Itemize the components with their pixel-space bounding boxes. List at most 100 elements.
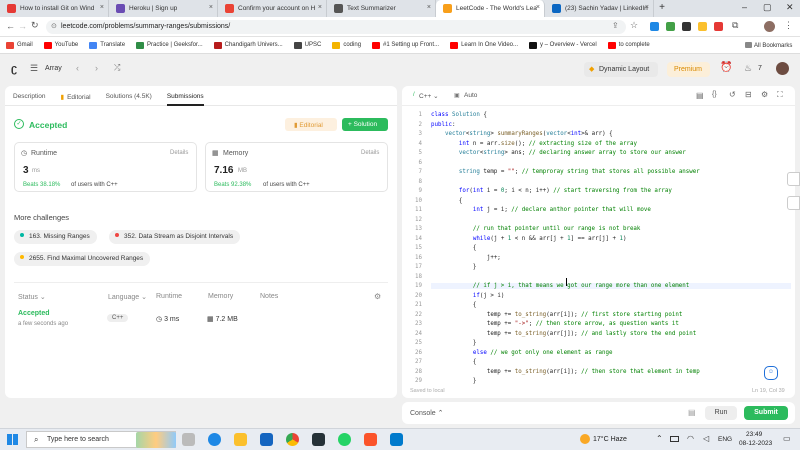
layout-split-icon[interactable]: ⊟	[745, 90, 752, 99]
code-line[interactable]: // if j > i, that means we got our range…	[431, 283, 791, 289]
code-line[interactable]: vector<string> summaryRanges(vector<int>…	[431, 131, 613, 137]
all-bookmarks[interactable]: All Bookmarks	[745, 42, 792, 49]
runtime-details-link[interactable]: Details	[170, 150, 188, 156]
tab-close-icon[interactable]: ×	[318, 4, 322, 11]
code-line[interactable]: {	[431, 198, 463, 204]
code-line[interactable]: }	[431, 264, 477, 270]
note-icon[interactable]: ▤	[696, 91, 704, 100]
bookmark-item[interactable]: to complete	[607, 41, 650, 49]
new-tab-icon[interactable]: +	[654, 0, 670, 17]
close-window-icon[interactable]: ✕	[786, 2, 794, 13]
windows-start-icon[interactable]	[7, 434, 18, 445]
code-line[interactable]: while(j + 1 < n && arr[j + 1] == arr[j] …	[431, 236, 627, 242]
bookmark-item[interactable]: y – Overview - Vercel	[529, 41, 597, 49]
code-line[interactable]: int j = i; // declare anthor pointer tha…	[431, 207, 651, 213]
table-row[interactable]: Accepted a few seconds ago C++ ◷ 3 ms ▦ …	[14, 306, 388, 332]
bookmark-item[interactable]: Chandigarh Univers...	[213, 41, 283, 49]
memory-details-link[interactable]: Details	[361, 150, 379, 156]
site-info-icon[interactable]: ⊙	[51, 22, 57, 30]
user-avatar[interactable]	[776, 62, 789, 75]
tab-solutions[interactable]: Solutions (4.5K)	[106, 86, 152, 106]
wifi-icon[interactable]: ◠	[687, 434, 694, 443]
premium-button[interactable]: Premium	[667, 62, 710, 77]
alarm-icon[interactable]: ⏰	[720, 62, 732, 73]
code-line[interactable]: temp += to_string(arr[j]); // and lastly…	[431, 331, 696, 337]
brave-icon[interactable]	[364, 433, 377, 446]
solution-button[interactable]: + Solution	[342, 118, 388, 131]
browser-tab[interactable]: Text Summarizer ×	[327, 0, 436, 17]
browser-tab[interactable]: Heroku | Sign up ×	[109, 0, 218, 17]
code-line[interactable]: public:	[431, 122, 455, 128]
language-select[interactable]: C++ ⌄	[419, 92, 439, 100]
tab-submissions[interactable]: Submissions	[166, 86, 204, 106]
extension-icon-5[interactable]	[714, 22, 723, 31]
clock-time[interactable]: 23:49	[746, 431, 762, 438]
code-line[interactable]: for(int i = 0; i < n; i++) // start trav…	[431, 188, 672, 194]
extensions-puzzle-icon[interactable]: ⧉	[732, 20, 738, 31]
submit-button[interactable]: Submit	[744, 406, 788, 420]
col-status[interactable]: Status ⌄	[18, 293, 46, 301]
back-icon[interactable]: ←	[6, 21, 15, 31]
bookmark-item[interactable]: UPSC	[293, 41, 321, 49]
terminal-icon[interactable]	[312, 433, 325, 446]
code-line[interactable]: temp += "->"; // then store arrow, as qu…	[431, 321, 679, 327]
tab-close-icon[interactable]: ×	[536, 4, 540, 11]
menu-kebab-icon[interactable]: ⋮	[784, 20, 793, 31]
code-line[interactable]: temp += to_string(arr[i]); // first stor…	[431, 312, 682, 318]
forward-icon[interactable]: →	[18, 21, 27, 31]
task-view-icon[interactable]	[182, 433, 195, 446]
code-area[interactable]: 1 class Solution {2 public: 3 vector<string…	[402, 109, 795, 384]
memory-card[interactable]: ▦ Memory Details 7.16 MB Beats 92.38% of…	[205, 142, 388, 192]
row-status[interactable]: Accepted	[18, 310, 50, 317]
whatsapp-icon[interactable]	[338, 433, 351, 446]
search-highlight-image[interactable]	[136, 432, 176, 448]
bookmark-item[interactable]: coding	[332, 41, 361, 49]
notification-icon[interactable]: ▭	[783, 434, 791, 443]
bookmark-item[interactable]: Learn In One Video...	[450, 41, 518, 49]
leetcode-logo-icon[interactable]: ʗ	[11, 63, 17, 75]
run-button[interactable]: Run	[705, 406, 737, 420]
bookmark-item[interactable]: Translate	[89, 41, 125, 49]
browser-tab[interactable]: LeetCode - The World's Lea ×	[436, 0, 545, 17]
code-line[interactable]: if(j > i)	[431, 293, 504, 299]
extension-icon-3[interactable]	[682, 22, 691, 31]
code-line[interactable]: j++;	[431, 255, 501, 261]
clock-date[interactable]: 08-12-2023	[739, 440, 772, 447]
chat-bubble-icon[interactable]: ☺	[764, 366, 778, 380]
code-line[interactable]: vector<string> ans; // declaring answer …	[431, 150, 686, 156]
edge-icon[interactable]	[208, 433, 221, 446]
code-line[interactable]: }	[431, 340, 477, 346]
challenge-chip-163[interactable]: 163. Missing Ranges	[14, 230, 97, 244]
browser-tab[interactable]: Confirm your account on H ×	[218, 0, 327, 17]
bookmark-item[interactable]: Gmail	[6, 41, 33, 49]
browser-tab[interactable]: How to install Git on Wind ×	[0, 0, 109, 17]
code-line[interactable]: {	[431, 245, 477, 251]
code-line[interactable]: temp += to_string(arr[i]); // then store…	[431, 369, 700, 375]
settings-icon[interactable]: ⚙	[761, 90, 768, 99]
problem-list-label[interactable]: Array	[45, 65, 62, 72]
tray-chevron-icon[interactable]: ⌃	[656, 434, 663, 443]
bookmark-item[interactable]: #1 Setting up Front...	[372, 41, 439, 49]
battery-icon[interactable]	[670, 436, 679, 442]
upload-icon[interactable]: ▤	[688, 408, 696, 417]
side-panel-icon-2[interactable]	[787, 196, 800, 210]
format-braces-icon[interactable]: {}	[712, 91, 717, 98]
tab-close-icon[interactable]: ×	[427, 4, 431, 11]
chrome-icon[interactable]	[286, 433, 299, 446]
shuffle-icon[interactable]: ⤮	[114, 63, 120, 73]
fullscreen-icon[interactable]: ⛶	[777, 90, 783, 100]
code-line[interactable]: class Solution {	[431, 112, 487, 118]
tab-close-icon[interactable]: ×	[645, 4, 649, 11]
bookmark-item[interactable]: Practice | Geeksfor...	[136, 41, 203, 49]
code-line[interactable]: {	[431, 359, 477, 365]
runtime-card[interactable]: ◷ Runtime Details 3 ms Beats 38.18% of u…	[14, 142, 197, 192]
volume-icon[interactable]: ◁	[703, 434, 709, 443]
problem-list-icon[interactable]: ☰	[30, 63, 38, 74]
code-line[interactable]: }	[431, 378, 477, 384]
challenge-chip-352[interactable]: 352. Data Stream as Disjoint Intervals	[109, 230, 241, 244]
tab-description[interactable]: Description	[13, 86, 46, 106]
mail-icon[interactable]	[260, 433, 273, 446]
extension-icon-4[interactable]	[698, 22, 707, 31]
language-indicator[interactable]: ENG	[718, 436, 732, 443]
editorial-button[interactable]: ▮ Editorial	[285, 118, 337, 131]
